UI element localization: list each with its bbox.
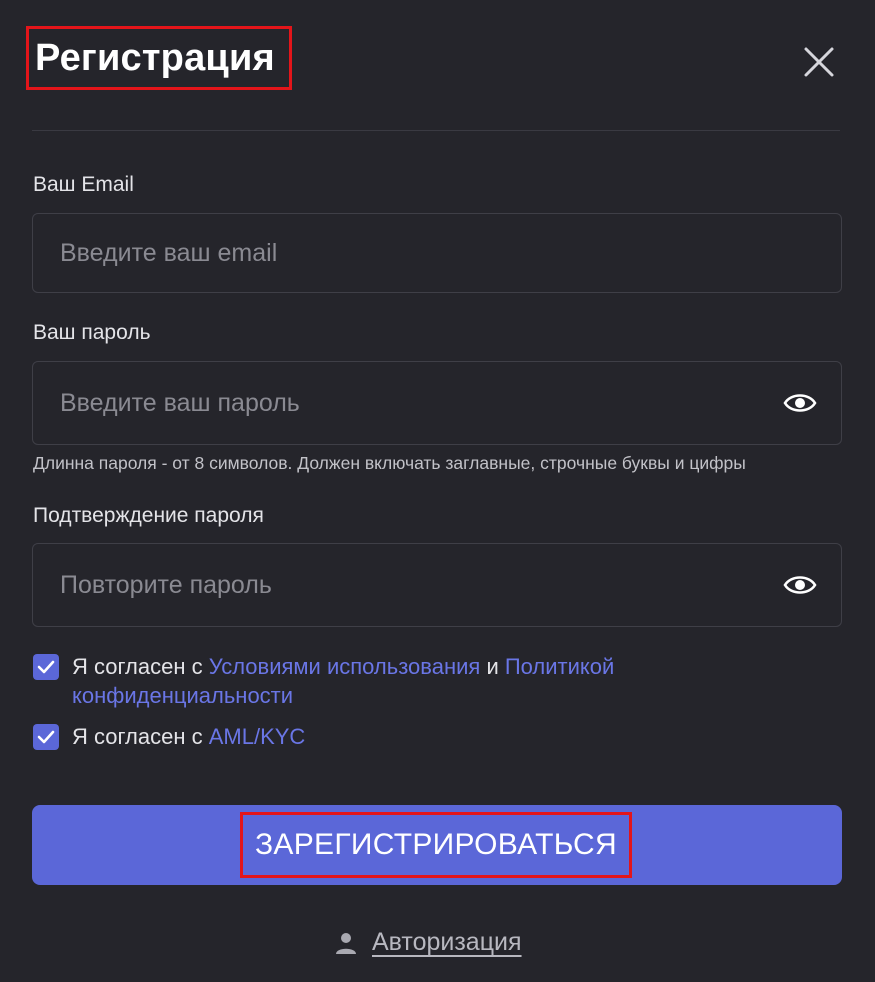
terms-link[interactable]: Условиями использования [209, 654, 481, 679]
confirm-field-box [32, 543, 842, 627]
auth-link[interactable]: Авторизация [334, 928, 522, 957]
checkmark-icon [37, 660, 55, 674]
password-label: Ваш пароль [33, 321, 151, 344]
register-button-label: ЗАРЕГИСТРИРОВАТЬСЯ [255, 828, 617, 861]
register-button-highlight: ЗАРЕГИСТРИРОВАТЬСЯ [240, 812, 632, 878]
dialog-title: Регистрация [35, 36, 275, 79]
aml-link[interactable]: AML/KYC [209, 724, 306, 749]
terms-conjunction: и [480, 654, 505, 679]
aml-prefix: Я согласен с [72, 724, 209, 749]
user-icon [336, 932, 356, 954]
terms-checkbox[interactable] [33, 654, 59, 680]
email-field[interactable] [33, 214, 841, 292]
auth-link-label[interactable]: Авторизация [372, 928, 522, 957]
password-hint: Длинна пароля - от 8 символов. Должен вк… [33, 453, 746, 473]
terms-prefix: Я согласен с [72, 654, 209, 679]
confirm-password-field[interactable] [33, 544, 841, 626]
email-label: Ваш Email [33, 173, 134, 196]
email-field-box [32, 213, 842, 293]
header-divider [32, 130, 840, 131]
password-field[interactable] [33, 362, 841, 444]
terms-text: Я согласен с Условиями использования и П… [72, 652, 614, 710]
title-highlight: Регистрация [26, 26, 292, 90]
checkmark-icon [37, 730, 55, 744]
eye-icon[interactable] [783, 391, 817, 415]
privacy-link[interactable]: Политикой [505, 654, 614, 679]
privacy-link-continued[interactable]: конфиденциальности [72, 683, 293, 708]
password-field-box [32, 361, 842, 445]
close-icon[interactable] [800, 43, 838, 81]
aml-checkbox[interactable] [33, 724, 59, 750]
eye-icon[interactable] [783, 573, 817, 597]
aml-text: Я согласен с AML/KYC [72, 722, 305, 751]
confirm-label: Подтверждение пароля [33, 504, 264, 527]
